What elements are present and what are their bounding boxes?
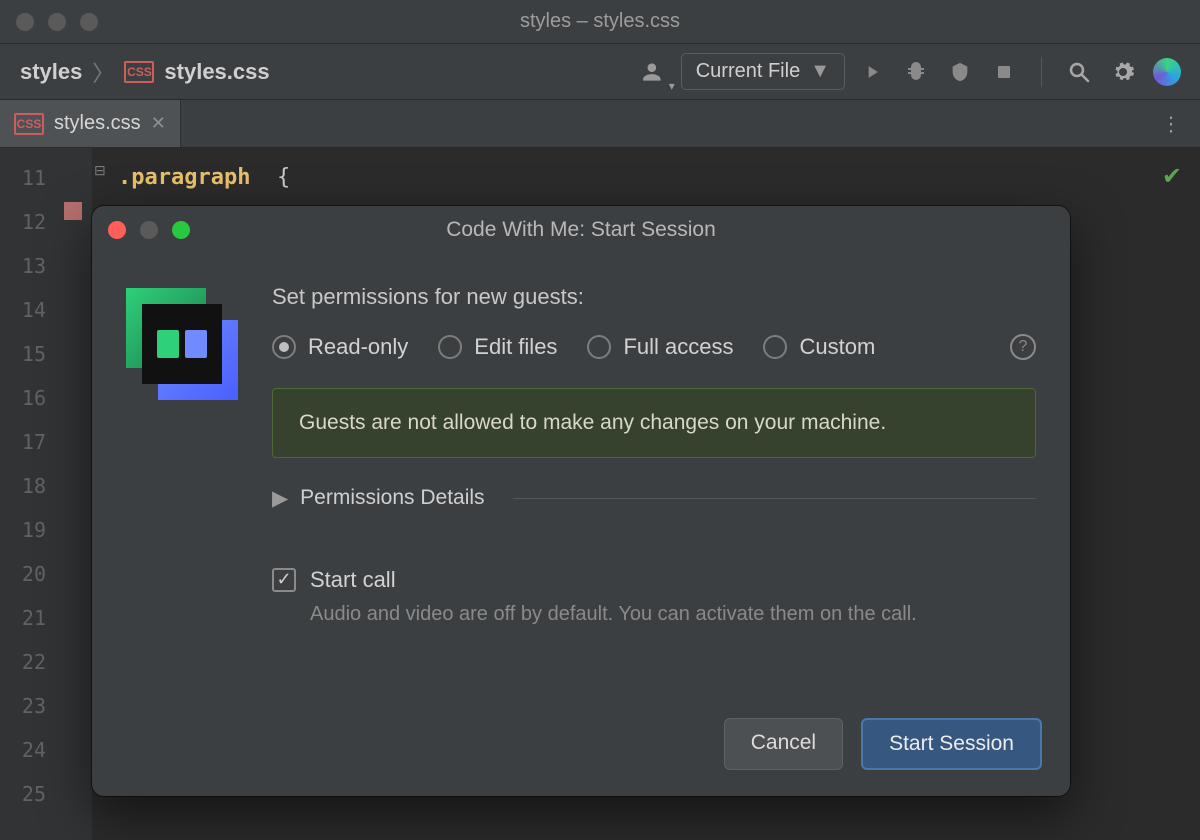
line-number: 16 [0, 376, 58, 420]
radio-label: Edit files [474, 334, 557, 360]
line-number: 17 [0, 420, 58, 464]
checkbox-icon: ✓ [272, 568, 296, 592]
radio-read-only[interactable]: Read-only [272, 334, 408, 360]
radio-label: Read-only [308, 334, 408, 360]
line-number: 11 [0, 156, 58, 200]
line-number: 13 [0, 244, 58, 288]
window-titlebar: styles – styles.css [0, 0, 1200, 44]
radio-custom[interactable]: Custom [763, 334, 875, 360]
dialog-app-icon [126, 284, 238, 698]
disclosure-label: Permissions Details [300, 486, 484, 510]
help-icon[interactable]: ? [1010, 334, 1036, 360]
window-title: styles – styles.css [0, 10, 1200, 33]
line-number: 12 [0, 200, 58, 244]
dialog-title: Code With Me: Start Session [92, 218, 1070, 242]
color-swatch-marker[interactable] [64, 202, 82, 220]
start-session-button[interactable]: Start Session [861, 718, 1042, 770]
checkbox-label: Start call [310, 567, 396, 593]
run-configuration-select[interactable]: Current File ▼ [681, 53, 845, 90]
gutter-markers [58, 148, 92, 840]
fold-handle-icon[interactable]: ⊟ [94, 162, 106, 179]
code-with-me-icon[interactable] [1150, 55, 1184, 89]
line-number: 15 [0, 332, 58, 376]
radio-icon [438, 335, 462, 359]
toolbar-divider [1041, 57, 1042, 87]
run-config-label: Current File [696, 60, 800, 83]
radio-full-access[interactable]: Full access [587, 334, 733, 360]
permission-radio-group: Read-only Edit files Full access Custom … [272, 334, 1036, 360]
file-tab-active[interactable]: CSS styles.css ✕ [0, 100, 181, 147]
chevron-down-icon: ▼ [810, 60, 830, 83]
file-tab-label: styles.css [54, 112, 141, 135]
css-file-icon: CSS [124, 61, 154, 83]
breadcrumb-separator: 〉 [92, 56, 114, 88]
tab-more-icon[interactable]: ⋮ [1161, 111, 1184, 136]
line-number: 24 [0, 728, 58, 772]
start-call-checkbox[interactable]: ✓ Start call [272, 567, 1036, 593]
radio-label: Full access [623, 334, 733, 360]
radio-icon [587, 335, 611, 359]
analysis-ok-icon[interactable]: ✔ [1162, 162, 1182, 191]
add-user-icon[interactable]: ▾ [637, 55, 671, 89]
start-call-subtext: Audio and video are off by default. You … [310, 603, 1036, 626]
disclosure-triangle-icon: ▶ [272, 486, 288, 511]
breadcrumb-project[interactable]: styles [20, 59, 82, 85]
coverage-icon[interactable] [943, 55, 977, 89]
close-tab-icon[interactable]: ✕ [151, 113, 166, 134]
debug-icon[interactable] [899, 55, 933, 89]
permissions-details-disclosure[interactable]: ▶ Permissions Details [272, 486, 1036, 511]
code-with-me-dialog: Code With Me: Start Session Set permissi… [92, 206, 1070, 796]
dialog-titlebar: Code With Me: Start Session [92, 206, 1070, 254]
line-number: 23 [0, 684, 58, 728]
code-line[interactable]: .paragraph { [92, 156, 1200, 200]
line-number: 20 [0, 552, 58, 596]
line-number: 19 [0, 508, 58, 552]
permission-info-box: Guests are not allowed to make any chang… [272, 388, 1036, 458]
line-number: 18 [0, 464, 58, 508]
radio-icon [763, 335, 787, 359]
line-number: 22 [0, 640, 58, 684]
search-icon[interactable] [1062, 55, 1096, 89]
cancel-button[interactable]: Cancel [724, 718, 843, 770]
stop-icon[interactable] [987, 55, 1021, 89]
breadcrumb-file[interactable]: styles.css [164, 59, 269, 85]
main-toolbar: styles 〉 CSS styles.css ▾ Current File ▼ [0, 44, 1200, 100]
line-number: 25 [0, 772, 58, 816]
gear-icon[interactable] [1106, 55, 1140, 89]
divider [513, 498, 1036, 499]
css-file-icon: CSS [14, 113, 44, 135]
line-number-gutter: 11 12 13 14 15 16 17 18 19 20 21 22 23 2… [0, 148, 58, 840]
radio-icon [272, 335, 296, 359]
radio-label: Custom [799, 334, 875, 360]
line-number: 14 [0, 288, 58, 332]
radio-edit-files[interactable]: Edit files [438, 334, 557, 360]
run-icon[interactable] [855, 55, 889, 89]
dialog-footer: Cancel Start Session [92, 698, 1070, 796]
line-number: 21 [0, 596, 58, 640]
breadcrumb[interactable]: styles 〉 CSS styles.css [20, 56, 270, 88]
permissions-heading: Set permissions for new guests: [272, 284, 1036, 310]
editor-tabs: CSS styles.css ✕ ⋮ [0, 100, 1200, 148]
